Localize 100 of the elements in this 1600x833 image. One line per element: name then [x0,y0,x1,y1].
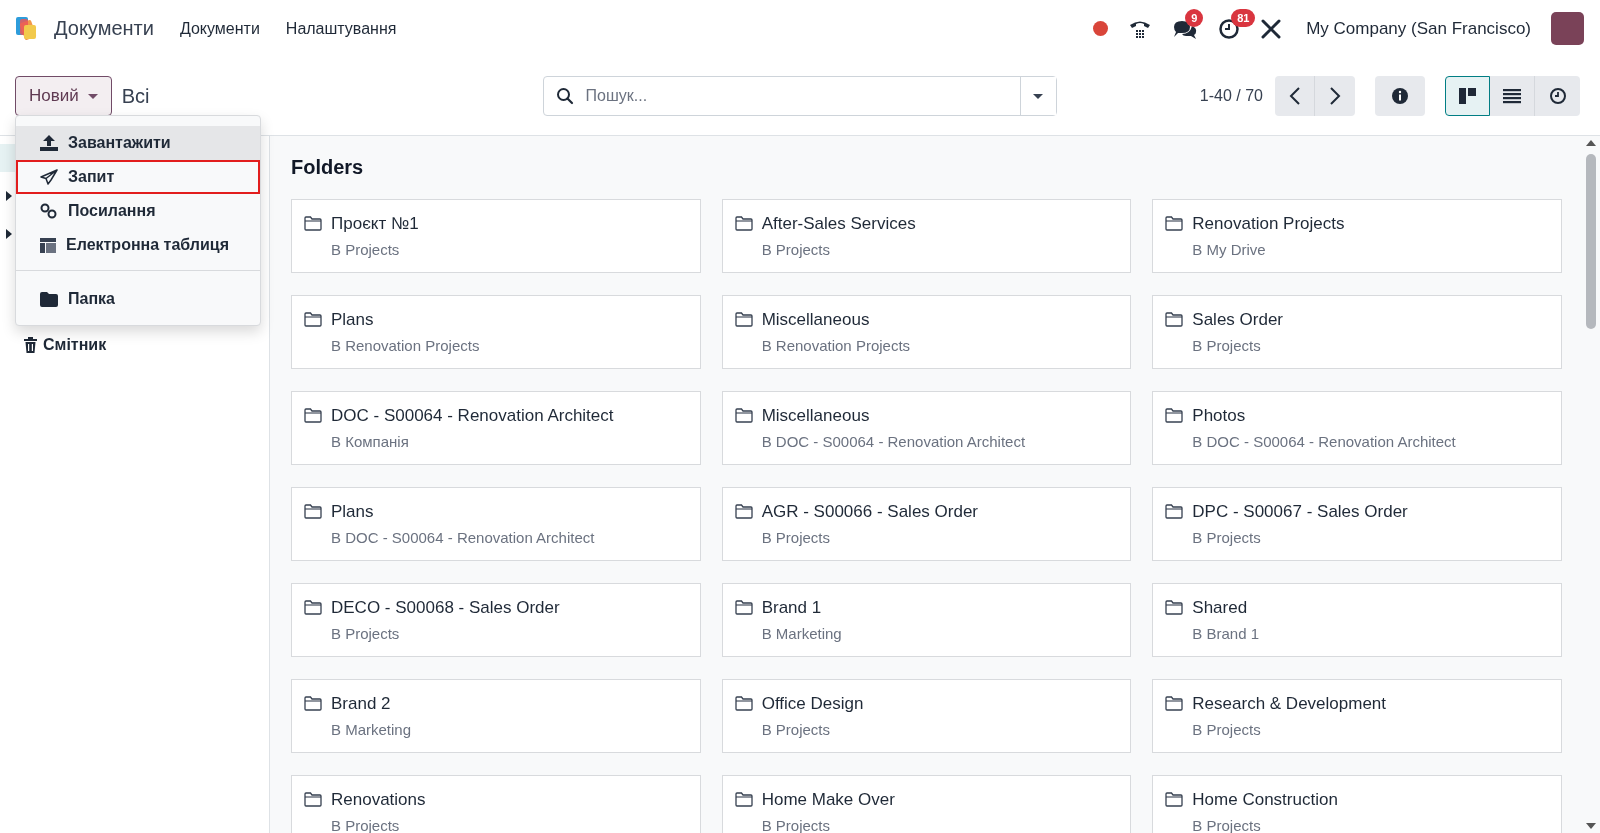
folder-location: В Projects [761,721,831,738]
folder-card[interactable]: Miscellaneous В Renovation Projects [721,295,1132,369]
pager-value[interactable]: 1-40 / 70 [1199,87,1263,105]
folder-name: Home Make Over [761,790,895,810]
folder-icon [1165,696,1184,711]
chevron-left-icon [1288,86,1301,106]
folder-icon [304,600,322,615]
dropdown-item[interactable]: Посилання [16,194,260,228]
view-switch-button[interactable] [1535,76,1580,116]
folder-card[interactable]: DECO - S00068 - Sales Order В Projects [291,583,701,657]
folder-card[interactable]: AGR - S00066 - Sales Order В Projects [721,487,1132,561]
folder-card[interactable]: Plans В Renovation Projects [291,295,701,369]
folder-location: В Projects [1192,337,1262,354]
folder-location: В Projects [1192,721,1262,738]
view-switch-button[interactable] [1445,76,1490,116]
folder-location: В Renovation Projects [331,337,480,354]
folder-name: After-Sales Services [761,214,916,234]
kanban-view-icon [1457,87,1478,105]
folder-name: Проєкт №1 [331,214,419,234]
sidebar-item[interactable]: Смітник [24,336,107,354]
folder-icon [304,696,322,711]
notification-badge: 9 [1185,8,1204,27]
paper-plane-icon [40,169,58,185]
folder-location: В Projects [1192,529,1262,546]
folder-card[interactable]: Office Design В Projects [721,679,1132,753]
folder-card[interactable]: Miscellaneous В DOC - S00064 - Renovation Architect [721,391,1132,465]
folder-card[interactable]: DOC - S00064 - Renovation Architect В Компанія [291,391,701,465]
folder-location: В DOC - S00064 - Renovation Architect [1192,433,1456,450]
chevron-right-icon [1329,86,1341,106]
folder-icon [734,600,753,615]
new-button[interactable]: Новий [15,76,112,116]
activity-view-icon [1548,87,1567,105]
folder-icon [304,408,322,423]
folder-name: Brand 1 [761,598,823,618]
folder-icon [1165,600,1184,615]
folder-icon [304,312,322,327]
folder-icon [304,504,322,519]
scrollbar[interactable] [1582,136,1600,833]
recording-dot-icon[interactable] [1093,21,1109,36]
spreadsheet-icon [40,237,56,253]
folder-name: Renovation Projects [1192,214,1345,234]
dropdown-item[interactable]: Запит [16,160,260,194]
search-icon [555,87,574,105]
folder-icon [1165,792,1184,807]
upload-icon [40,135,58,151]
folder-name: Plans [331,502,375,522]
folder-name: DPC - S00067 - Sales Order [1192,502,1408,522]
folder-card[interactable]: Plans В DOC - S00064 - Renovation Architect [291,487,701,561]
folder-location: В DOC - S00064 - Renovation Architect [331,529,595,546]
folder-name: Brand 2 [331,694,392,714]
info-button[interactable] [1375,76,1425,116]
folder-name: AGR - S00066 - Sales Order [761,502,979,522]
folder-location: В Projects [761,529,831,546]
app-name[interactable]: Документи [54,17,154,40]
folder-card[interactable]: Brand 2 В Marketing [291,679,701,753]
folder-icon [734,216,753,231]
folder-icon [304,792,322,807]
expand-caret-icon[interactable] [6,229,12,239]
folder-icon [1165,408,1184,423]
folder-name: Plans [331,310,375,330]
folder-name: DOC - S00064 - Renovation Architect [331,406,614,426]
folder-card[interactable]: Research & Development В Projects [1152,679,1562,753]
company-switcher[interactable]: My Company (San Francisco) [1306,18,1531,39]
folder-icon [1165,216,1184,231]
breadcrumb: Всі [121,84,150,108]
dropdown-item[interactable]: Електронна таблиця [16,228,260,262]
list-view-icon [1502,87,1522,105]
folder-card[interactable]: After-Sales Services В Projects [721,199,1132,273]
search-bar[interactable]: Пошук... [542,76,1057,116]
folder-card[interactable]: Brand 1 В Marketing [721,583,1132,657]
info-icon [1391,87,1409,105]
folder-name: Photos [1192,406,1247,426]
folder-card[interactable]: Sales Order В Projects [1152,295,1562,369]
user-avatar[interactable] [1551,12,1584,45]
folder-name: Shared [1192,598,1249,618]
folder-card[interactable]: Renovation Projects В My Drive [1152,199,1562,273]
previous-button[interactable] [1275,76,1315,116]
folder-location: В Brand 1 [1192,625,1260,642]
folder-icon [1165,504,1184,519]
folder-location: В Компанія [331,433,410,450]
folder-name: Sales Order [1192,310,1284,330]
folder-card[interactable]: Photos В DOC - S00064 - Renovation Architect [1152,391,1562,465]
section-title: Folders [291,156,365,179]
folder-card[interactable]: Shared В Brand 1 [1152,583,1562,657]
folder-location: В Projects [331,625,401,642]
menu-link[interactable]: Документи [179,19,260,38]
folder-card[interactable]: DPC - S00067 - Sales Order В Projects [1152,487,1562,561]
dropdown-item[interactable]: Завантажити [16,126,260,160]
next-button[interactable] [1315,76,1355,116]
notification-badge: 81 [1231,8,1256,27]
folder-name: Research & Development [1192,694,1387,714]
folder-card[interactable]: Проєкт №1 В Projects [291,199,701,273]
dropdown-item[interactable]: Папка [16,281,260,317]
search-options-button[interactable] [1019,77,1056,115]
expand-caret-icon[interactable] [6,191,12,201]
folder-name: Home Construction [1192,790,1338,810]
folder-icon [734,696,753,711]
menu-link[interactable]: Налаштування [285,19,397,38]
folder-name: Office Design [761,694,864,714]
folder-location: В Marketing [761,625,842,642]
